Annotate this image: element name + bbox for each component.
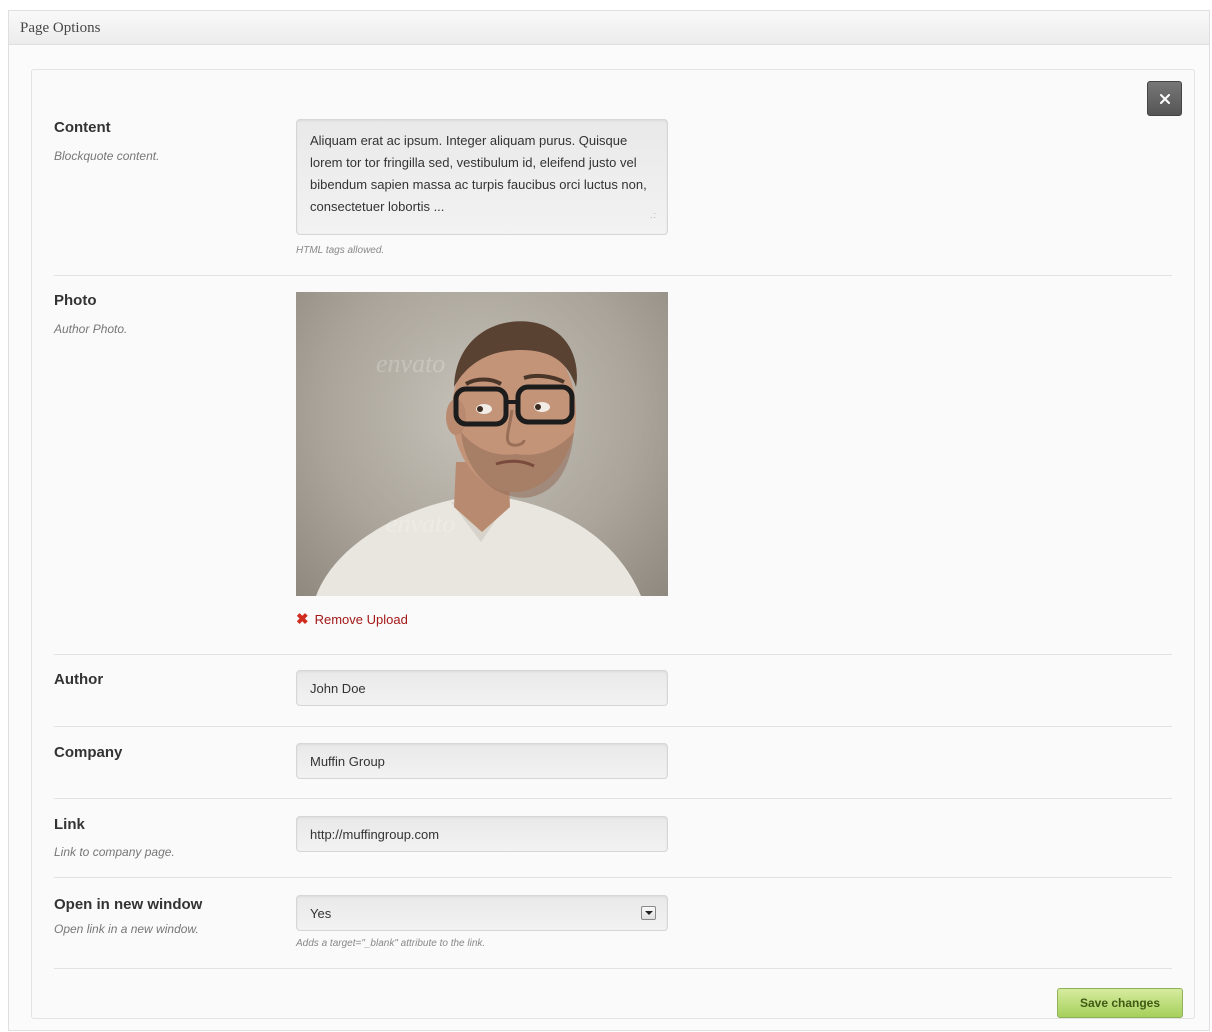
new-window-value: Yes — [310, 906, 332, 921]
company-input[interactable]: Muffin Group — [296, 743, 668, 779]
remove-upload-label: Remove Upload — [314, 612, 408, 627]
photo-label: Photo — [54, 292, 97, 309]
new-window-description: Open link in a new window. — [54, 922, 199, 936]
divider — [54, 275, 1172, 276]
close-button[interactable] — [1147, 81, 1182, 116]
new-window-select[interactable]: Yes — [296, 895, 668, 931]
page-options-box: Page Options Content Blockquote content.… — [8, 10, 1210, 1031]
page-options-title: Page Options — [20, 20, 101, 36]
svg-text:envato: envato — [386, 509, 455, 538]
content-textarea[interactable]: Aliquam erat ac ipsum. Integer aliquam p… — [296, 119, 668, 235]
author-photo: envato envato — [296, 292, 668, 596]
svg-text:envato: envato — [376, 349, 445, 378]
resize-grip-icon[interactable]: .: — [650, 204, 657, 226]
divider — [54, 726, 1172, 727]
divider — [54, 654, 1172, 655]
author-input[interactable]: John Doe — [296, 670, 668, 706]
content-hint: HTML tags allowed. — [296, 245, 385, 256]
author-value: John Doe — [310, 681, 366, 696]
author-label: Author — [54, 671, 104, 688]
link-input[interactable]: http://muffingroup.com — [296, 816, 668, 852]
divider — [54, 877, 1172, 878]
remove-icon: ✖ — [296, 611, 309, 628]
content-label: Content — [54, 119, 111, 136]
company-label: Company — [54, 744, 123, 761]
content-description: Blockquote content. — [54, 149, 160, 163]
link-value: http://muffingroup.com — [310, 827, 440, 842]
options-panel: Content Blockquote content. Aliquam erat… — [31, 69, 1195, 1019]
chevron-down-icon[interactable] — [641, 906, 656, 920]
page-options-header: Page Options — [9, 11, 1209, 45]
link-label: Link — [54, 816, 85, 833]
author-photo-image: envato envato — [316, 321, 641, 596]
content-text: Aliquam erat ac ipsum. Integer aliquam p… — [310, 133, 647, 214]
company-value: Muffin Group — [310, 754, 385, 769]
photo-description: Author Photo. — [54, 322, 128, 336]
divider — [54, 798, 1172, 799]
new-window-hint: Adds a target="_blank" attribute to the … — [296, 938, 486, 949]
new-window-label: Open in new window — [54, 896, 203, 913]
link-description: Link to company page. — [54, 845, 175, 859]
remove-upload-link[interactable]: ✖ Remove Upload — [296, 610, 408, 628]
save-changes-button[interactable]: Save changes — [1057, 988, 1183, 1018]
close-icon — [1159, 93, 1170, 104]
divider — [54, 968, 1172, 969]
